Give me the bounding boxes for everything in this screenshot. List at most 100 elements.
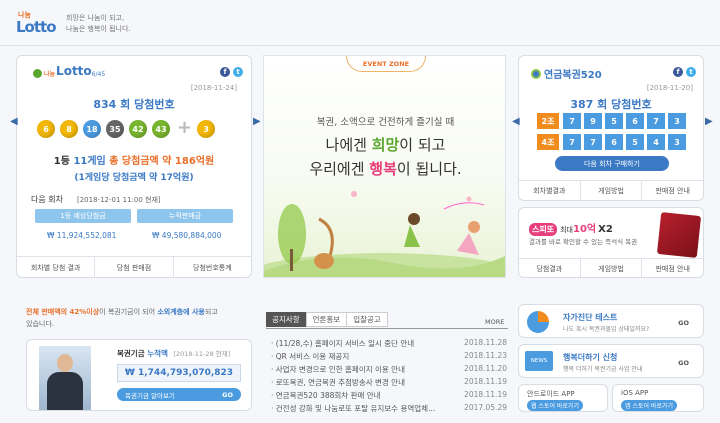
prize-line-1: 1등 11게임 총 당첨금액 약 186억원 — [17, 152, 251, 167]
site-logo[interactable]: 나눔 Lotto — [16, 8, 60, 40]
sales-label: 누적판매금 — [137, 209, 233, 223]
fund-accum-label-emph: 누적액 — [147, 349, 168, 358]
fund-text-line-2: 있습니다. — [26, 320, 54, 328]
link-speetto-results[interactable]: 당첨결과 — [519, 259, 581, 277]
self-test-desc: 나도 혹시 복권과몰입 상태일까요? — [563, 326, 650, 333]
header-slogan: 희망은 나눔이 되고, 나눔은 행복이 됩니다. — [66, 13, 131, 35]
ball-3: 18 — [83, 120, 101, 138]
pension-links: 회차별결과 게임방법 판매점 안내 — [519, 180, 703, 201]
tab-press[interactable]: 언론홍보 — [305, 312, 348, 327]
pie-chart-icon — [527, 311, 549, 333]
speetto-title-amount: 10억 — [572, 224, 597, 235]
est-prize-value: ₩ 11,924,552,081 — [47, 231, 117, 240]
event-tag: EVENT ZONE — [346, 56, 426, 72]
header-divider — [0, 45, 720, 46]
link-winning-stores[interactable]: 당첨 판매점 — [95, 257, 174, 278]
pension-group-1: 2조 — [537, 113, 559, 129]
notice-item[interactable]: · 사업자 변경으로 인한 홈페이지 이용 안내 2018.11.20 — [271, 364, 507, 377]
notice-item[interactable]: · QR 서비스 이용 재공지 2018.11.23 — [271, 351, 507, 364]
link-number-stats[interactable]: 당첨번호통계 — [174, 257, 251, 278]
lotto645-date: [2018-11-24] — [190, 84, 237, 92]
event-line-3-a: 우리에겐 — [309, 160, 370, 178]
pension-logo[interactable]: 연금복권520 — [531, 66, 602, 81]
speetto-logo[interactable]: 스피또 — [529, 223, 558, 236]
self-test-title: 자가진단 테스트 — [563, 313, 618, 322]
fund-accum-date: [2018-11-28 현재] — [173, 350, 231, 358]
event-line-2-c: 이 되고 — [399, 136, 446, 154]
link-pension-stores[interactable]: 판매점 안내 — [642, 181, 703, 201]
speetto-title-mult: X2 — [598, 224, 613, 235]
notice-title: · QR 서비스 이용 재공지 — [271, 352, 350, 361]
fund-accum-title: 복권기금 누적액 [2018-11-28 현재] — [117, 348, 230, 359]
link-speetto-howto[interactable]: 게임방법 — [581, 259, 643, 277]
lotto645-logo-small: 나눔 — [44, 71, 56, 78]
event-line-1: 복권, 소액으로 건전하게 즐기실 때 — [316, 117, 455, 128]
pension-digit: 9 — [584, 113, 602, 129]
pension-digit: 5 — [605, 113, 623, 129]
happy-plus-go[interactable]: GO — [678, 359, 689, 367]
notice-title: · 연금복권520 388회차 판매 안내 — [271, 391, 381, 400]
event-banner[interactable]: EVENT ZONE 복권, 소액으로 건전하게 즐기실 때 나에겐 희망이 되… — [263, 55, 506, 278]
event-line-3: 우리에겐 행복이 됩니다. — [264, 158, 505, 179]
person-head — [57, 354, 73, 372]
person-body — [47, 372, 83, 410]
notice-item[interactable]: · 건전성 강화 및 나눔로또 포탈 유지보수 용역업체... 2017.05.2… — [271, 403, 507, 416]
fund-more-button[interactable]: 복권기금 알아보기 GO — [117, 388, 241, 401]
ios-store-link[interactable]: 앱 스토어 바로가기 — [621, 400, 677, 411]
ball-2: 8 — [60, 120, 78, 138]
link-draw-results[interactable]: 회차별 당첨 결과 — [17, 257, 96, 278]
tab-notice[interactable]: 공지사항 — [266, 312, 306, 327]
fund-text: 전체 판매액의 42%이상이 복권기금이 되어 소외계층에 사용되고 있습니다. — [26, 306, 250, 330]
twitter-icon[interactable]: t — [686, 67, 696, 77]
lotto645-next-arrow[interactable]: ▶ — [253, 116, 261, 127]
lotto645-draw-title: 834 회 당첨번호 — [93, 98, 175, 111]
notice-date: 2018.11.28 — [464, 338, 507, 347]
pension-draw-title: 387 회 당첨번호 — [570, 98, 652, 111]
fund-go-label: GO — [222, 390, 233, 399]
pension-logo-text: 연금복권520 — [544, 70, 602, 81]
fund-more-label: 복권기금 알아보기 — [125, 391, 175, 400]
self-test-go[interactable]: GO — [678, 319, 689, 327]
happy-plus-card[interactable]: NEWS 행복더하기 신청 행복 더하기 복권기금 사업 안내 GO — [518, 344, 704, 378]
pension-buy-button[interactable]: 다음 회차 구매하기 — [555, 156, 669, 171]
facebook-icon[interactable]: f — [673, 67, 683, 77]
pension-digit: 7 — [647, 113, 665, 129]
pension-digit: 6 — [626, 113, 644, 129]
link-speetto-stores[interactable]: 판매점 안내 — [642, 259, 703, 277]
notice-more-link[interactable]: MORE — [485, 318, 504, 326]
notice-title: · 사업자 변경으로 인한 홈페이지 이용 안내 — [271, 365, 405, 374]
ball-5: 42 — [129, 120, 147, 138]
sales-value: ₩ 49,580,884,000 — [152, 231, 222, 240]
twitter-icon[interactable]: t — [233, 67, 243, 77]
link-pension-howto[interactable]: 게임방법 — [581, 181, 643, 201]
lotto645-logo[interactable]: 나눔 Lotto 6/45 — [33, 64, 105, 78]
event-illustration — [264, 191, 505, 277]
fund-text-end: 되고 — [204, 308, 218, 316]
self-test-card[interactable]: 자가진단 테스트 나도 혹시 복권과몰입 상태일까요? GO — [518, 304, 704, 338]
prize-amount: 186억원 — [174, 156, 215, 167]
notice-item[interactable]: · 로또복권, 연금복권 추첨방송사 변경 안내 2018.11.19 — [271, 377, 507, 390]
next-draw-date: [2018-12-01 11:00 현재] — [77, 196, 161, 204]
ios-app-card[interactable]: iOS APP 앱 스토어 바로가기 — [612, 384, 704, 412]
facebook-icon[interactable]: f — [220, 67, 230, 77]
fund-text-line-1: 전체 판매액의 42%이상이 복권기금이 되어 소외계층에 사용되고 — [26, 306, 250, 318]
android-app-card[interactable]: 안드로이드 APP 웹 스토어 바로가기 — [518, 384, 608, 412]
notice-item[interactable]: · 연금복권520 388회차 판매 안내 2018.11.19 — [271, 390, 507, 403]
android-store-link[interactable]: 웹 스토어 바로가기 — [527, 400, 583, 411]
pension-digit: 7 — [584, 134, 602, 150]
happy-plus-title: 행복더하기 신청 — [563, 353, 618, 362]
notice-item[interactable]: · (11/28,수) 홈페이지 서비스 일시 중단 안내 2018.11.28 — [271, 338, 507, 351]
prize-rank: 1등 — [53, 156, 74, 167]
link-pension-results[interactable]: 회차별결과 — [519, 181, 581, 201]
speetto-links: 당첨결과 게임방법 판매점 안내 — [519, 258, 703, 277]
notice-date: 2017.05.29 — [464, 403, 507, 412]
lotto645-prev-arrow[interactable]: ◀ — [10, 116, 18, 127]
pension-digit: 5 — [626, 134, 644, 150]
pension-next-arrow[interactable]: ▶ — [705, 116, 713, 127]
fund-accum-label: 복권기금 — [117, 349, 148, 358]
tab-bid[interactable]: 입찰공고 — [347, 312, 388, 327]
pension-digit: 7 — [563, 134, 581, 150]
pension-prev-arrow[interactable]: ◀ — [512, 116, 520, 127]
prize-games: 11게임 — [73, 156, 106, 167]
lotto645-logo-icon — [33, 69, 42, 78]
